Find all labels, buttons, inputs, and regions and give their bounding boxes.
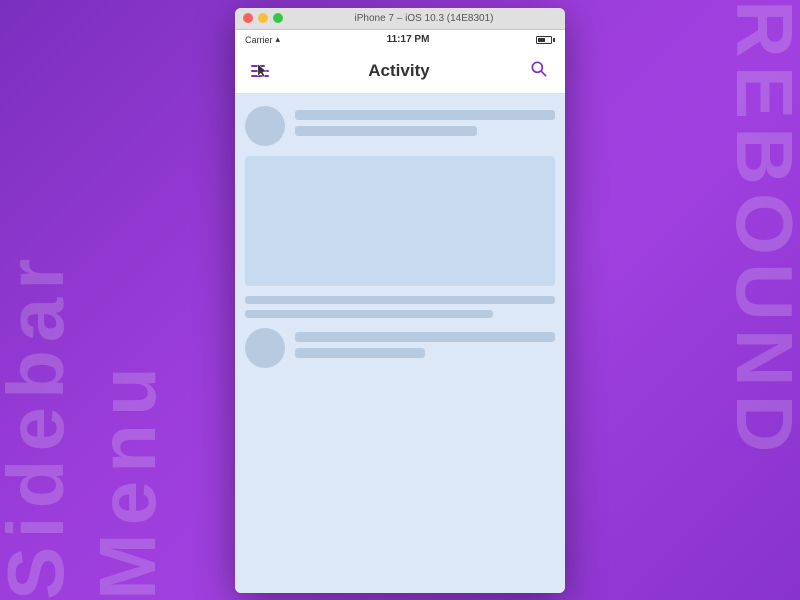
minimize-button[interactable] — [258, 13, 268, 23]
search-button[interactable] — [525, 55, 553, 88]
separator-line — [245, 310, 493, 318]
text-lines-top — [295, 106, 555, 136]
status-time: 11:17 PM — [280, 34, 536, 45]
nav-bar: Activity — [235, 50, 565, 94]
title-bar: iPhone 7 – iOS 10.3 (14E8301) — [235, 8, 565, 30]
text-line — [295, 348, 425, 358]
traffic-lights — [243, 13, 283, 23]
battery-icon — [536, 36, 555, 44]
close-button[interactable] — [243, 13, 253, 23]
device-title: iPhone 7 – iOS 10.3 (14E8301) — [291, 13, 557, 24]
device-frame: iPhone 7 – iOS 10.3 (14E8301) Carrier ▴ … — [235, 8, 565, 593]
text-line — [295, 332, 555, 342]
background-text-left: Sidebar Menu — [0, 0, 174, 600]
text-lines-bottom — [295, 328, 555, 358]
menu-line-3 — [251, 75, 269, 77]
carrier-text: Carrier — [245, 35, 273, 45]
background-text-right: REBOUND — [718, 0, 800, 600]
status-bar: Carrier ▴ 11:17 PM — [235, 30, 565, 50]
separator-line — [245, 296, 555, 304]
menu-line-2 — [251, 70, 269, 72]
list-item-top[interactable] — [245, 106, 555, 146]
menu-button[interactable] — [247, 61, 273, 81]
carrier-info: Carrier ▴ — [245, 34, 280, 45]
battery-fill — [538, 38, 545, 42]
text-line — [295, 126, 477, 136]
battery-body — [536, 36, 552, 44]
spacer — [245, 378, 555, 581]
separator-group — [245, 296, 555, 318]
maximize-button[interactable] — [273, 13, 283, 23]
menu-line-1 — [251, 65, 265, 67]
avatar-bottom — [245, 328, 285, 368]
search-icon — [529, 59, 549, 79]
status-right — [536, 36, 555, 44]
battery-tip — [553, 38, 555, 42]
list-item-bottom[interactable] — [245, 328, 555, 368]
text-line — [295, 110, 555, 120]
content-area — [235, 94, 565, 593]
avatar-top — [245, 106, 285, 146]
content-block — [245, 156, 555, 286]
nav-title: Activity — [273, 61, 525, 81]
